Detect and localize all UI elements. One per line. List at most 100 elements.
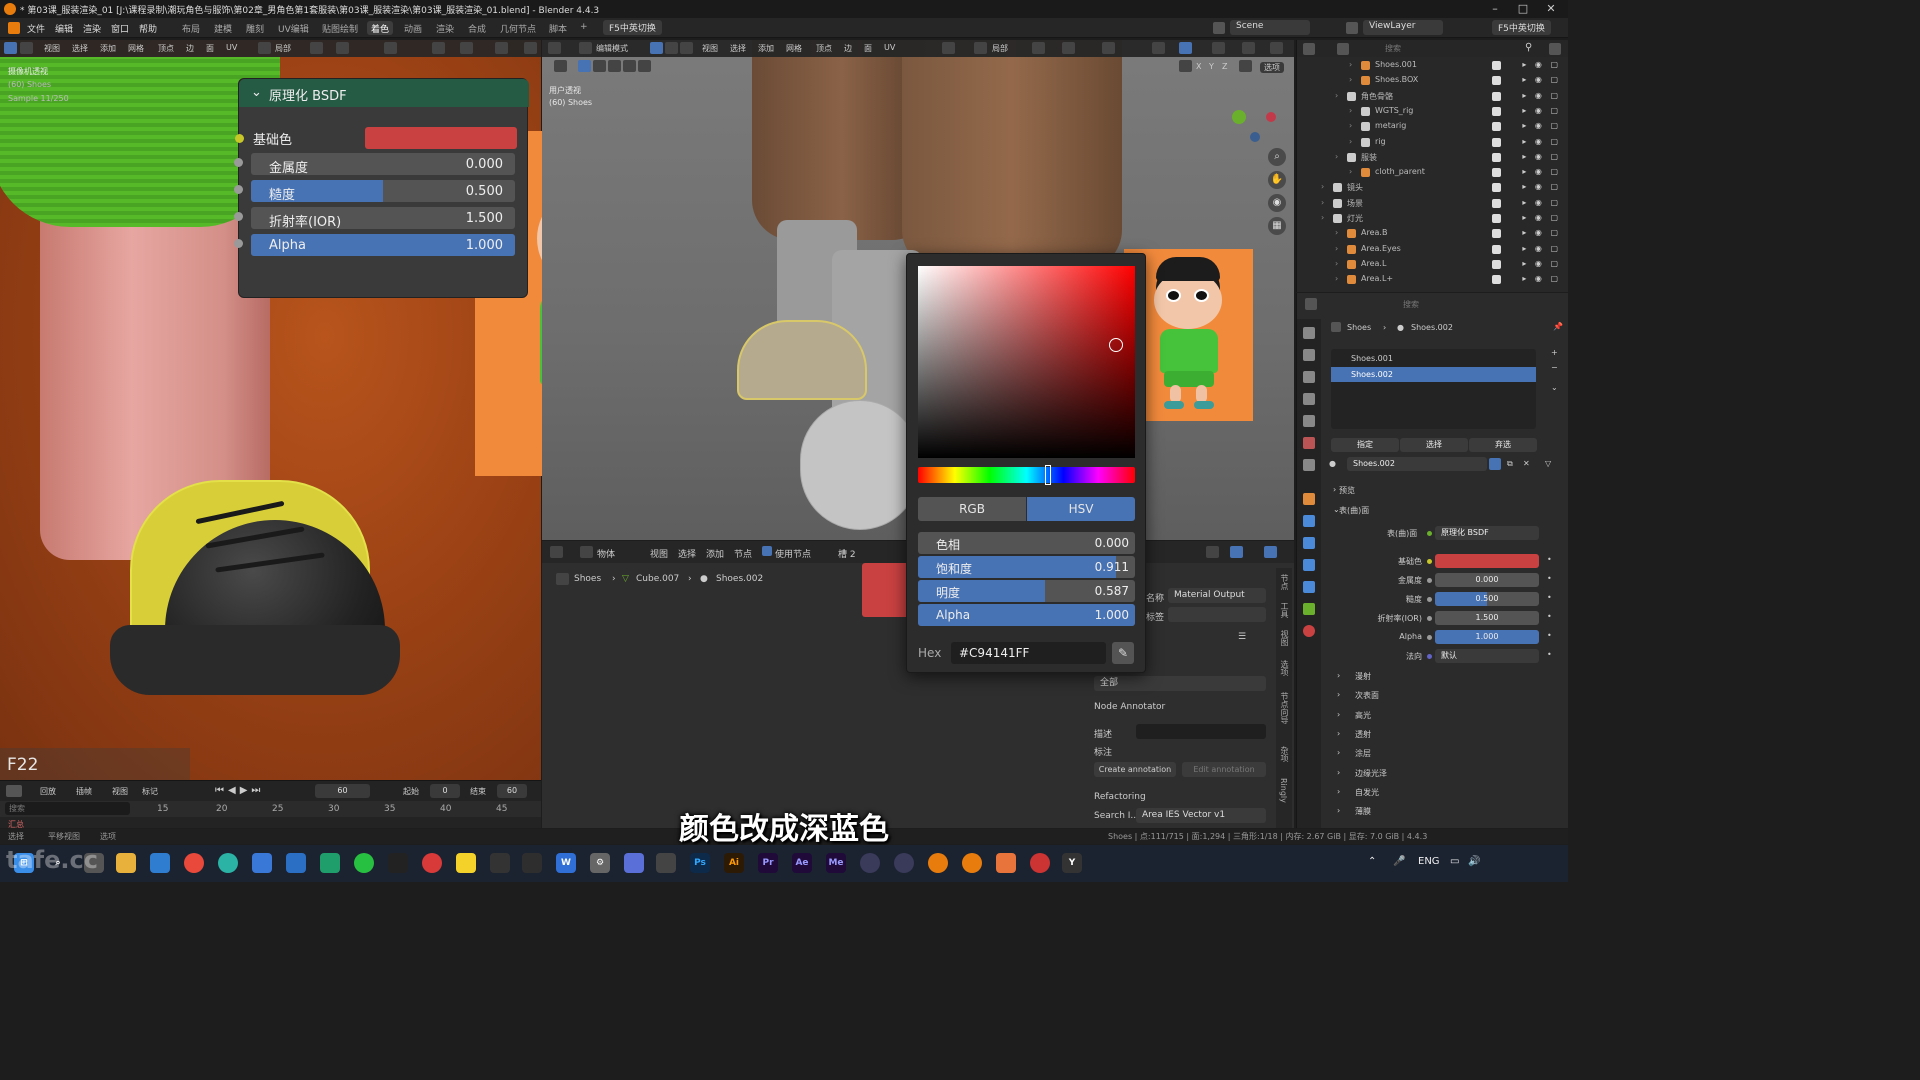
hex-input[interactable]: #C94141FF [951,642,1106,664]
xray-icon[interactable] [460,42,473,54]
bsdf-field[interactable]: 默认 [1435,649,1539,663]
keyframe-dot-icon[interactable]: • [1547,650,1552,659]
unlink-material-icon[interactable]: ✕ [1523,459,1530,468]
microphone-icon[interactable]: 🎤 [1393,856,1405,867]
visibility-toggle-icons[interactable]: ▸ ◉ ▢ [1522,228,1561,237]
workspace-tab-rendering[interactable]: 渲染 [432,21,458,35]
surface-shader-field[interactable]: 原理化 BSDF [1435,526,1539,540]
outliner-row[interactable]: › 镜头 ▸ ◉ ▢ [1297,180,1568,195]
timeline-menu-marker[interactable]: 标记 [142,786,158,797]
zoom-icon[interactable]: ⌕ [1268,148,1286,166]
select-mode-icon[interactable] [20,42,33,54]
edge-select-icon[interactable] [665,42,678,54]
material-name-field[interactable]: Shoes.002 [1347,457,1487,471]
material-slot-item[interactable]: Shoes.001 [1331,351,1536,366]
node-name-field[interactable]: Material Output [1168,588,1266,603]
node-menu-select[interactable]: 选择 [678,547,696,560]
mirror-axis-z[interactable]: Z [1222,62,1227,71]
select-box-icon[interactable] [578,60,591,72]
app-icon[interactable] [1030,853,1050,873]
outliner-row[interactable]: › 场景 ▸ ◉ ▢ [1297,196,1568,211]
annotator-filter-dropdown[interactable]: 全部 [1094,676,1266,691]
expand-chevron-icon[interactable]: › [1321,182,1324,191]
expand-chevron-icon[interactable]: › [1349,60,1352,69]
material-slot-item-active[interactable]: Shoes.002 [1331,367,1536,382]
props-breadcrumb-object[interactable]: Shoes [1347,323,1371,332]
menu-edit[interactable]: 编辑 [55,22,73,35]
blender-taskbar-icon-active[interactable] [962,853,982,873]
viewport-menu-uv[interactable]: UV [226,43,237,52]
playback-controls[interactable]: ⏮◀▶⏭ [215,785,264,796]
sidebar-tab-options[interactable]: 选项 [1279,660,1290,676]
props-breadcrumb-material[interactable]: Shoes.002 [1411,323,1453,332]
expand-chevron-icon[interactable]: › [1337,671,1340,680]
expand-chevron-icon[interactable]: › [1349,137,1352,146]
visibility-icon[interactable] [1152,42,1165,54]
expand-chevron-icon[interactable]: › [1335,91,1338,100]
current-frame-field[interactable]: 60 [315,784,370,798]
expand-chevron-icon[interactable]: › [1335,274,1338,283]
media-encoder-icon[interactable]: Me [826,853,846,873]
visibility-toggle-icons[interactable]: ▸ ◉ ▢ [1522,121,1561,130]
outliner-row[interactable]: › cloth_parent ▸ ◉ ▢ [1297,165,1568,180]
blender-taskbar-icon[interactable] [928,853,948,873]
transform-orientation-dropdown[interactable]: 局部 [992,43,1008,54]
language-toggle-button[interactable]: F5中英切换 [603,20,662,35]
mode-dropdown[interactable]: 编辑模式 [596,43,628,54]
blender-menu-icon[interactable] [8,22,20,34]
select-intersect-icon[interactable] [623,60,636,72]
word-icon[interactable]: W [556,853,576,873]
app-icon[interactable] [522,853,542,873]
bsdf-field[interactable]: 0.500 [1435,592,1539,606]
pan-hand-icon[interactable]: ✋ [1268,171,1286,189]
outliner-row[interactable]: › rig ▸ ◉ ▢ [1297,135,1568,150]
timeline-menu-playback[interactable]: 回放 [40,786,56,797]
viewport-menu-select[interactable]: 选择 [72,43,88,54]
node-label-field[interactable] [1168,607,1266,622]
visibility-toggle-icons[interactable]: ▸ ◉ ▢ [1522,198,1561,207]
principled-bsdf-node[interactable]: ⌄ 原理化 BSDF 基础色 金属度 0.000 糙度 0.500 折射率(IO… [234,78,529,298]
exclude-checkbox[interactable] [1492,168,1501,178]
sidebar-tab-misc[interactable]: 杂项 [1279,746,1290,762]
breadcrumb-mesh[interactable]: Cube.007 [636,574,679,584]
node-menu-view[interactable]: 视图 [650,547,668,560]
sidebar-tab-node[interactable]: 节点 [1279,574,1290,590]
workspace-tab-layout[interactable]: 布局 [178,21,204,35]
expand-chevron-icon[interactable]: › [1337,710,1340,719]
node-header[interactable]: ⌄ 原理化 BSDF [239,79,529,107]
bsdf-subsection-header[interactable]: 漫射 [1355,671,1371,682]
photoshop-icon[interactable]: Ps [690,853,710,873]
gizmo-x-axis-icon[interactable] [1266,112,1276,122]
visibility-toggle-icons[interactable]: ▸ ◉ ▢ [1522,60,1561,69]
editor-type-icon[interactable] [4,42,17,54]
visibility-toggle-icons[interactable]: ▸ ◉ ▢ [1522,167,1561,176]
timeline-editor-type-icon[interactable] [6,785,22,797]
viewport-menu-mesh[interactable]: 网格 [128,43,144,54]
bsdf-subsection-header[interactable]: 边缘光泽 [1355,768,1387,779]
outliner-row[interactable]: › Shoes.BOX ▸ ◉ ▢ [1297,73,1568,88]
app-icon[interactable] [286,853,306,873]
bsdf-subsection-header[interactable]: 次表面 [1355,690,1379,701]
minimize-button[interactable]: – [1482,2,1508,16]
expand-chevron-icon[interactable]: › [1335,152,1338,161]
expand-chevron-icon[interactable]: › [1337,690,1340,699]
editor-type-icon[interactable] [1305,298,1317,310]
scene-icon[interactable] [1213,22,1225,34]
scene-selector[interactable]: Scene [1230,20,1310,35]
viewport-menu-add[interactable]: 添加 [100,43,116,54]
menu-window[interactable]: 窗口 [111,22,129,35]
node-menu-node[interactable]: 节点 [734,547,752,560]
brush-icon[interactable] [1239,60,1252,72]
snap-icon[interactable] [1062,42,1075,54]
expand-chevron-icon[interactable]: › [1349,75,1352,84]
ior-socket[interactable] [234,212,243,221]
select-extend-icon[interactable] [593,60,606,72]
sidebar-tab-view[interactable]: 视图 [1279,630,1290,646]
surface-panel-header[interactable]: 表(曲)面 [1339,505,1369,516]
outliner-row[interactable]: › 服装 ▸ ◉ ▢ [1297,150,1568,165]
exclude-checkbox[interactable] [1492,61,1501,70]
overlay-icon[interactable] [432,42,445,54]
expand-chevron-icon[interactable]: › [1335,228,1338,237]
add-slot-icon[interactable]: + [1551,348,1558,357]
sidebar-tab-tool[interactable]: 工具 [1279,602,1290,618]
